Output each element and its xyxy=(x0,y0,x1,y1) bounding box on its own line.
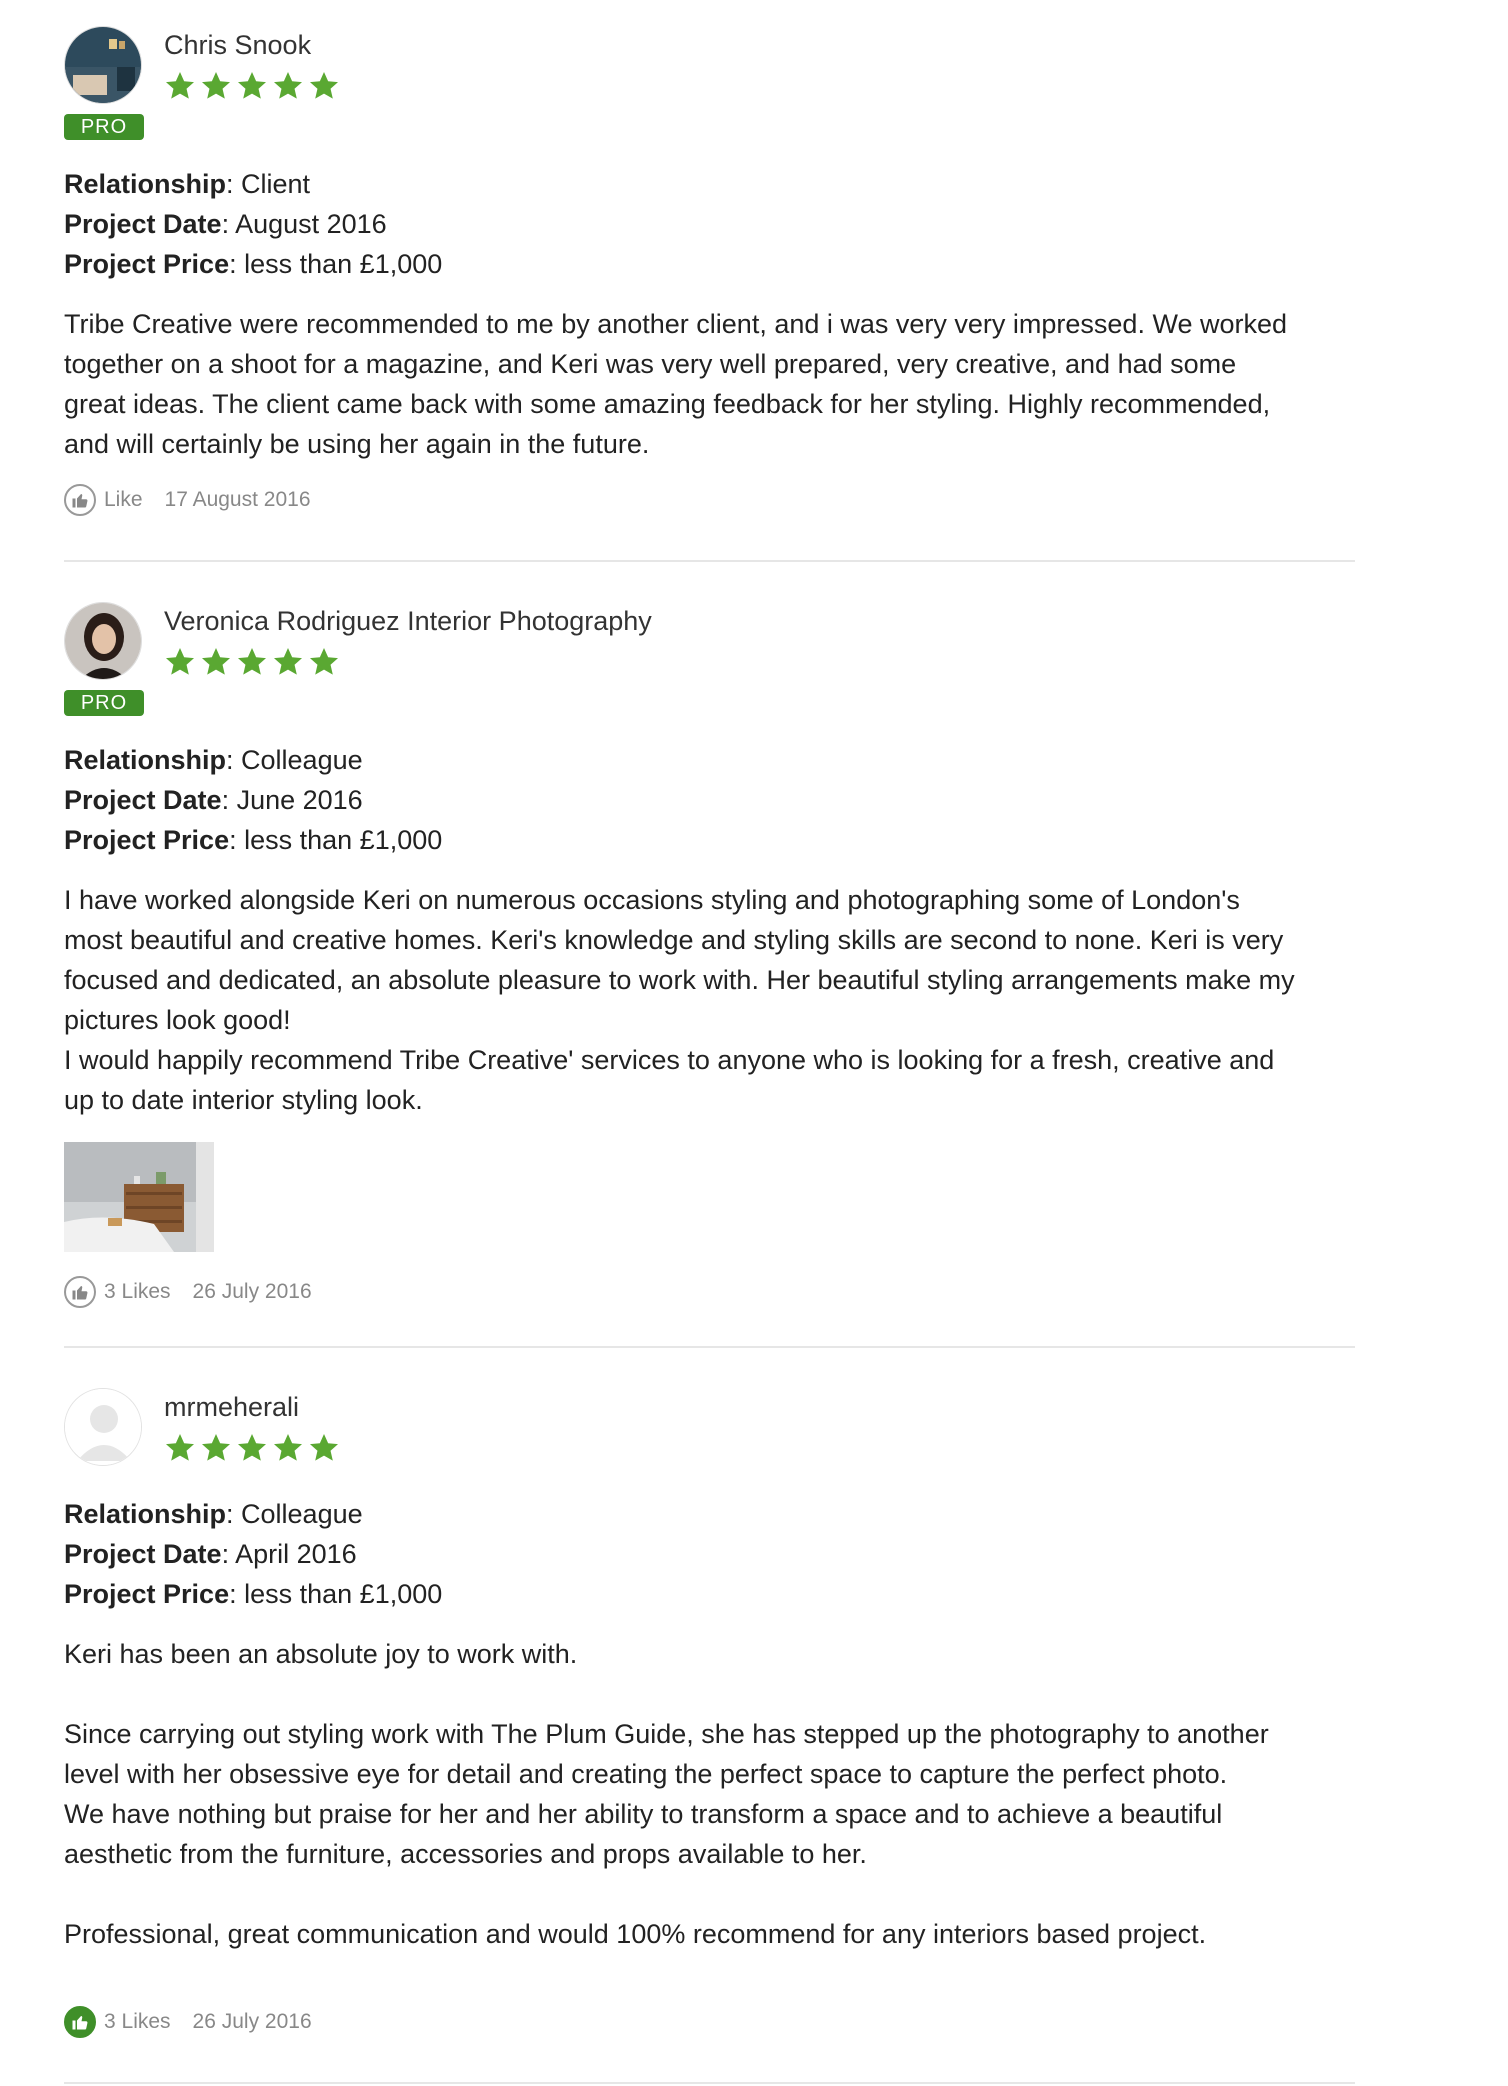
project-price-label: Project Price xyxy=(64,249,230,279)
review-date: 17 August 2016 xyxy=(164,488,311,511)
relationship-row: Relationship: Client xyxy=(64,169,311,199)
star-icon xyxy=(238,648,266,675)
star-icon xyxy=(274,648,302,675)
default-user-icon xyxy=(65,1389,141,1465)
star-icon xyxy=(202,648,230,675)
star-icon xyxy=(310,1434,338,1461)
project-date-row: Project Date: June 2016 xyxy=(64,785,363,815)
review-footer: 3 Likes 26 July 2016 xyxy=(64,2006,312,2038)
reviews-list: Chris Snook PRO Relationship: Client Pro… xyxy=(0,0,1508,2086)
project-date-row: Project Date: April 2016 xyxy=(64,1539,357,1569)
project-date-value: June 2016 xyxy=(236,785,363,815)
project-date-value: April 2016 xyxy=(235,1539,357,1569)
avatar[interactable] xyxy=(64,602,142,680)
star-icon xyxy=(166,72,194,99)
project-price-row: Project Price: less than £1,000 xyxy=(64,825,443,855)
review-text: I have worked alongside Keri on numerous… xyxy=(64,880,1304,1120)
divider xyxy=(64,2082,1355,2084)
review-paragraph: I have worked alongside Keri on numerous… xyxy=(64,885,1295,1115)
star-rating xyxy=(164,646,340,678)
like-button[interactable] xyxy=(64,1276,96,1308)
thumbs-up-icon xyxy=(72,494,88,508)
star-icon xyxy=(274,1434,302,1461)
review-date: 26 July 2016 xyxy=(192,2010,312,2033)
project-date-value: August 2016 xyxy=(235,209,387,239)
star-icon xyxy=(310,72,338,99)
pro-badge: PRO xyxy=(64,114,144,140)
review-footer: 3 Likes 26 July 2016 xyxy=(64,1276,312,1308)
star-icon xyxy=(274,72,302,99)
relationship-value: Client xyxy=(241,169,311,199)
like-count[interactable]: 3 Likes xyxy=(104,2010,171,2034)
project-date-label: Project Date xyxy=(64,209,222,239)
relationship-label: Relationship xyxy=(64,169,227,199)
relationship-label: Relationship xyxy=(64,1499,227,1529)
star-icon xyxy=(202,72,230,99)
relationship-row: Relationship: Colleague xyxy=(64,745,363,775)
review-text: Tribe Creative were recommended to me by… xyxy=(64,304,1304,464)
star-icon xyxy=(310,648,338,675)
project-price-label: Project Price xyxy=(64,825,230,855)
star-icon xyxy=(238,72,266,99)
review-item: mrmeherali Relationship: Colleague Proje… xyxy=(64,1388,1355,2048)
star-rating xyxy=(164,1432,340,1464)
project-price-value: less than £1,000 xyxy=(244,825,443,855)
project-price-label: Project Price xyxy=(64,1579,230,1609)
pro-badge: PRO xyxy=(64,690,144,716)
review-date: 26 July 2016 xyxy=(192,1280,312,1303)
avatar[interactable] xyxy=(64,26,142,104)
relationship-label: Relationship xyxy=(64,745,227,775)
review-photo-thumbnail[interactable] xyxy=(64,1142,214,1252)
reviewer-name[interactable]: mrmeherali xyxy=(164,1390,299,1424)
relationship-row: Relationship: Colleague xyxy=(64,1499,363,1529)
like-count[interactable]: Like xyxy=(104,488,143,512)
review-text: Keri has been an absolute joy to work wi… xyxy=(64,1634,1304,1954)
project-date-row: Project Date: August 2016 xyxy=(64,209,387,239)
project-price-value: less than £1,000 xyxy=(244,1579,443,1609)
project-price-value: less than £1,000 xyxy=(244,249,443,279)
reviewer-name[interactable]: Veronica Rodriguez Interior Photography xyxy=(164,604,652,638)
review-paragraph: Tribe Creative were recommended to me by… xyxy=(64,309,1288,459)
reviewer-name[interactable]: Chris Snook xyxy=(164,28,311,62)
review-paragraph: Keri has been an absolute joy to work wi… xyxy=(64,1639,1269,1949)
avatar[interactable] xyxy=(64,1388,142,1466)
divider xyxy=(64,560,1355,562)
project-date-label: Project Date xyxy=(64,785,222,815)
review-footer: Like 17 August 2016 xyxy=(64,484,311,516)
star-icon xyxy=(166,648,194,675)
thumbs-up-icon xyxy=(72,1286,88,1300)
like-button[interactable] xyxy=(64,2006,96,2038)
divider xyxy=(64,1346,1355,1348)
project-price-row: Project Price: less than £1,000 xyxy=(64,1579,443,1609)
star-rating xyxy=(164,70,340,102)
like-button[interactable] xyxy=(64,484,96,516)
like-count[interactable]: 3 Likes xyxy=(104,1280,171,1304)
review-item: Chris Snook PRO Relationship: Client Pro… xyxy=(64,26,1355,546)
relationship-value: Colleague xyxy=(241,745,363,775)
thumbs-up-icon xyxy=(72,2016,88,2030)
star-icon xyxy=(202,1434,230,1461)
review-item: Veronica Rodriguez Interior Photography … xyxy=(64,602,1355,1322)
star-icon xyxy=(238,1434,266,1461)
project-date-label: Project Date xyxy=(64,1539,222,1569)
relationship-value: Colleague xyxy=(241,1499,363,1529)
project-price-row: Project Price: less than £1,000 xyxy=(64,249,443,279)
star-icon xyxy=(166,1434,194,1461)
